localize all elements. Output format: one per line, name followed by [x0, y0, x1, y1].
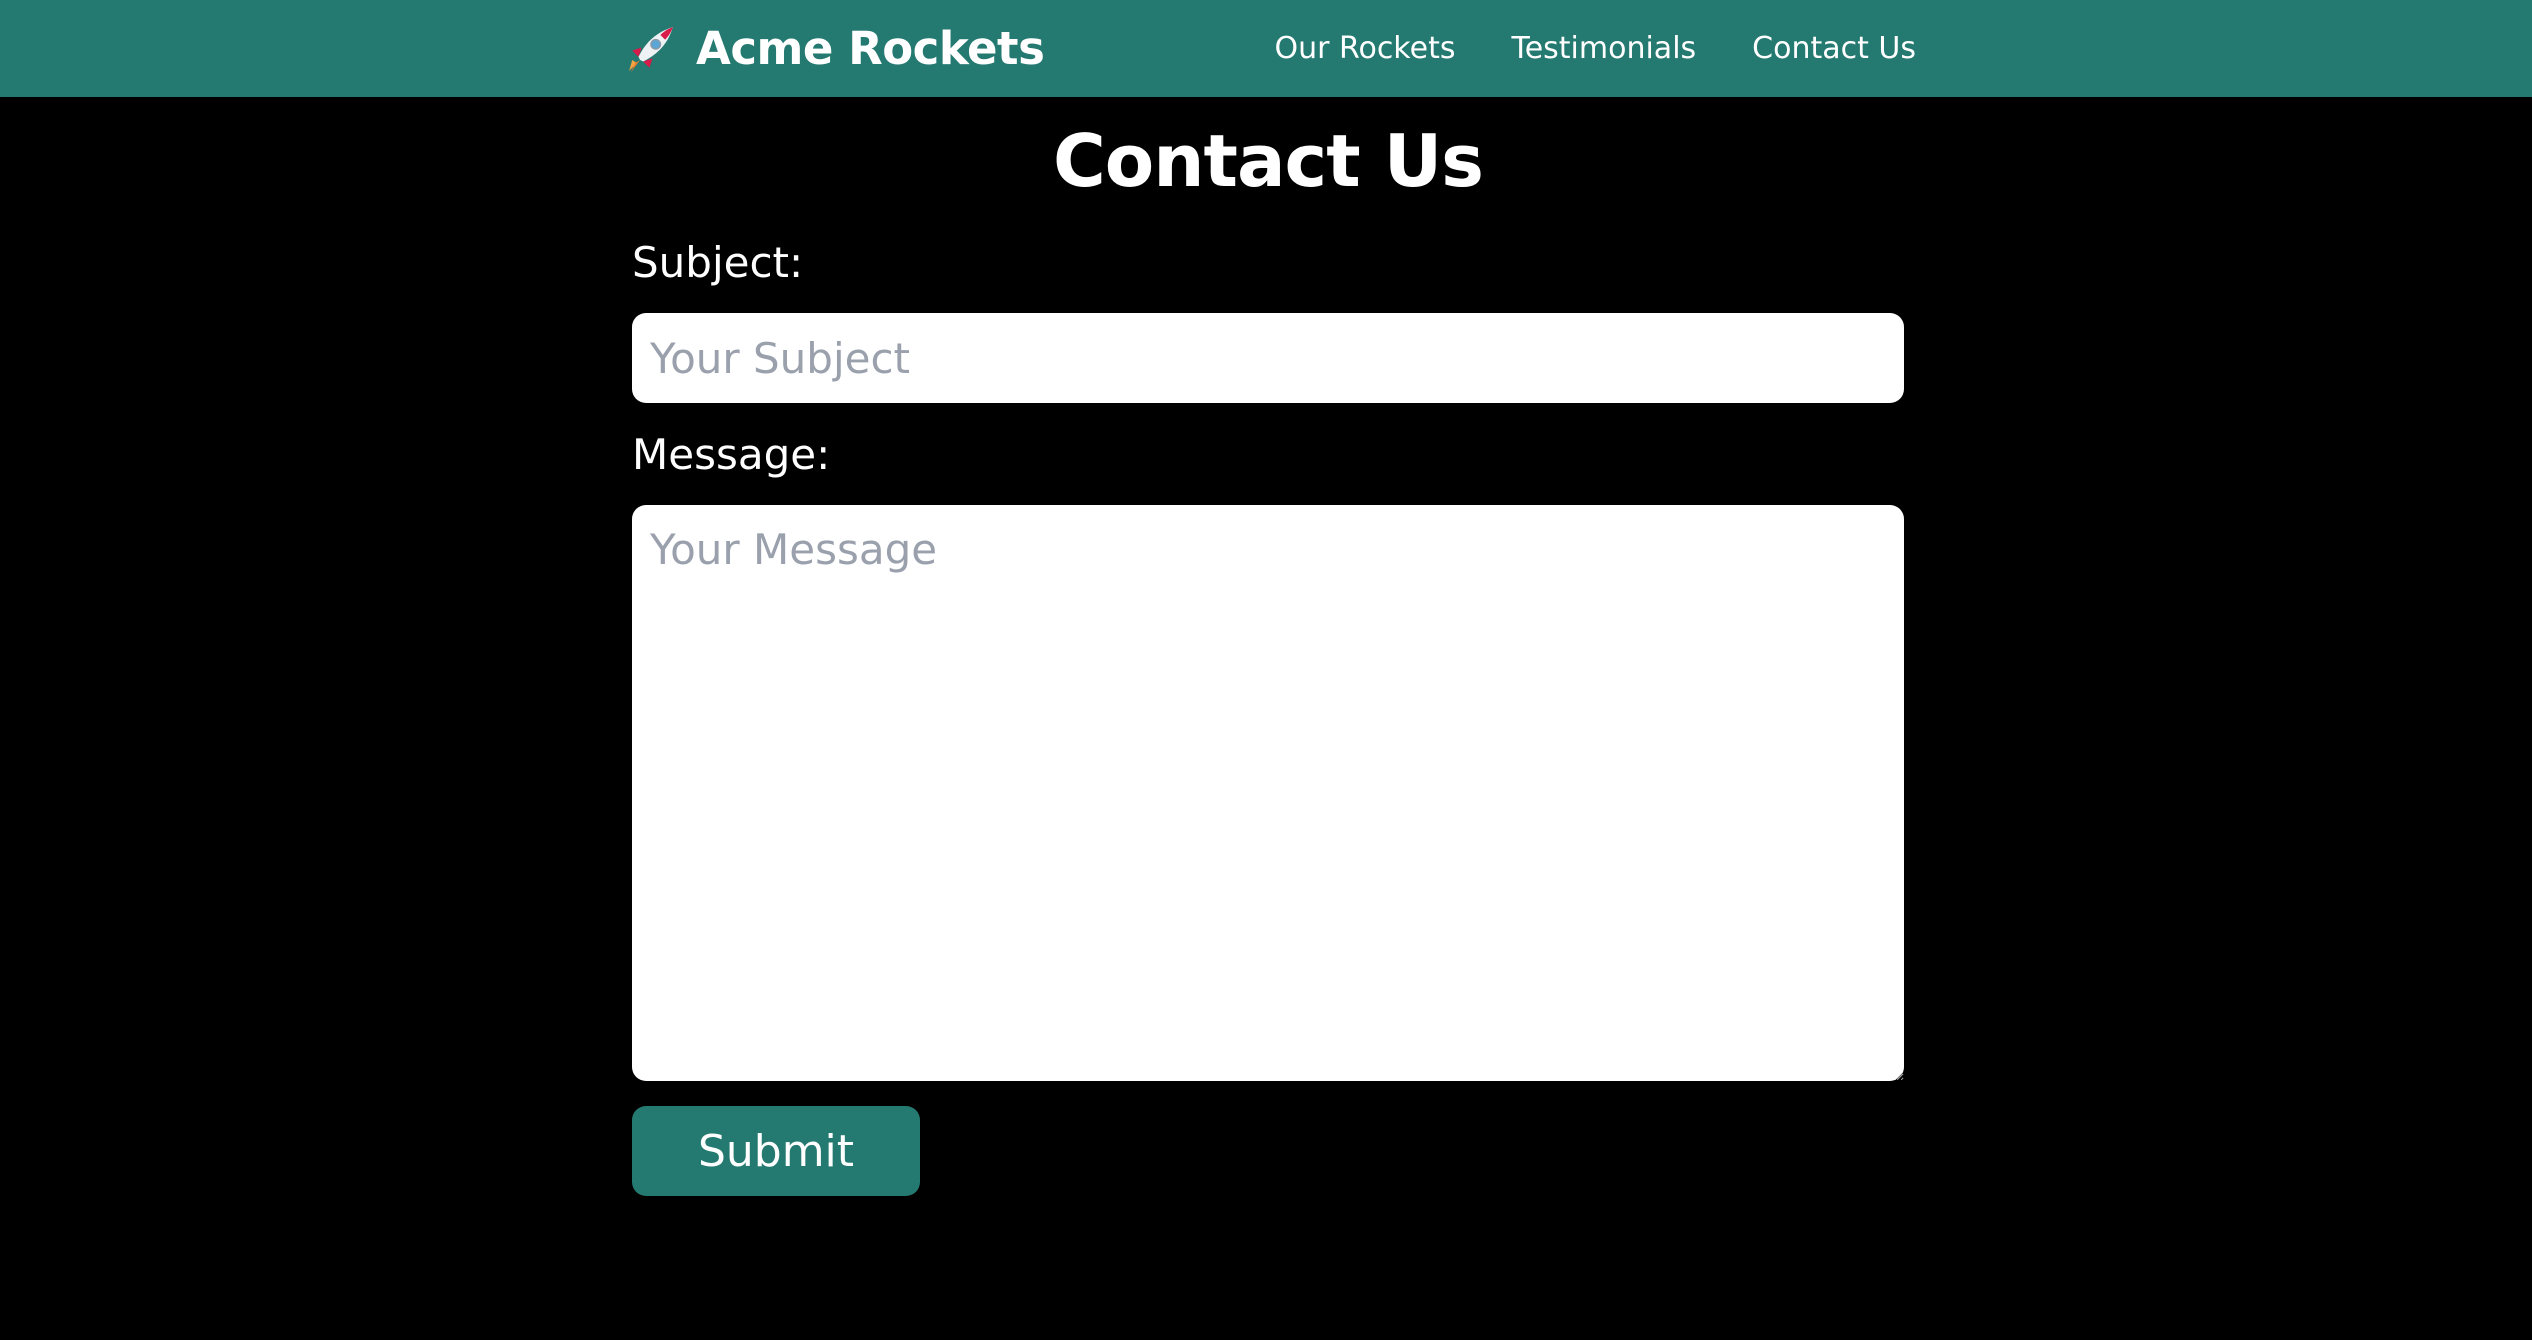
brand-name: Acme Rockets	[696, 22, 1045, 75]
message-textarea[interactable]	[632, 505, 1904, 1081]
message-label: Message:	[632, 430, 831, 479]
subject-input[interactable]	[632, 313, 1904, 403]
rocket-icon	[629, 26, 673, 72]
main-nav: Our Rockets Testimonials Contact Us	[1274, 0, 1916, 97]
submit-button[interactable]: Submit	[632, 1106, 920, 1196]
page-title: Contact Us	[1052, 119, 1484, 203]
nav-link-our-rockets[interactable]: Our Rockets	[1274, 31, 1455, 66]
nav-link-contact-us[interactable]: Contact Us	[1752, 31, 1916, 66]
subject-label: Subject:	[632, 238, 804, 287]
top-navbar: Acme Rockets Our Rockets Testimonials Co…	[0, 0, 2532, 97]
brand-link[interactable]: Acme Rockets	[626, 0, 1045, 97]
nav-link-testimonials[interactable]: Testimonials	[1511, 31, 1696, 66]
